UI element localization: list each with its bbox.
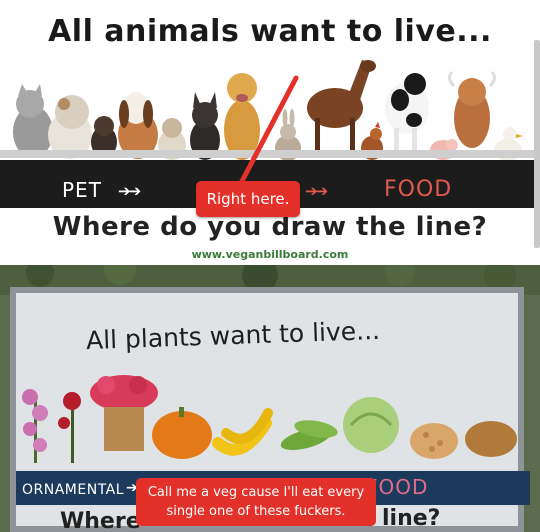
flower-basket-figure [90,375,158,451]
ornamental-label: ORNAMENTAL [22,482,125,498]
plants-illustration [22,375,517,463]
red-arrows: ➔➔ [305,182,328,200]
grain-pile-figure [410,423,458,459]
pet-label: PET [62,178,102,202]
red-flower-figure [58,392,81,463]
food-label: FOOD [384,177,453,202]
cat-figure [13,84,53,158]
golden-retriever-figure [224,73,260,160]
pumpkin-figure [152,407,212,459]
orchid-figure [22,389,48,463]
billboard-where-text: Where [60,509,141,532]
pea-pods-figure [280,420,338,450]
basset-hound-figure [118,92,158,159]
cabbage-figure [343,397,399,453]
edge-strip [534,40,540,248]
highland-cow-figure [447,70,497,148]
ground-strip [0,150,540,158]
right-here-annotation: Right here. [196,181,300,217]
plants-title: All plants want to live... [85,315,381,356]
website-url: www.veganbillboard.com [191,248,349,261]
cow-figure [385,73,429,158]
bananas-figure [212,408,273,456]
veg-caption-annotation: Call me a veg cause I'll eat every singl… [136,478,376,526]
white-arrows: ➔➔ [118,182,141,200]
potato-figure [465,421,517,457]
pet-food-meme-panel: All animals want to live... PET ➔➔ ➔➔ FO… [0,0,540,265]
billboard-line-text: line? [382,506,441,531]
